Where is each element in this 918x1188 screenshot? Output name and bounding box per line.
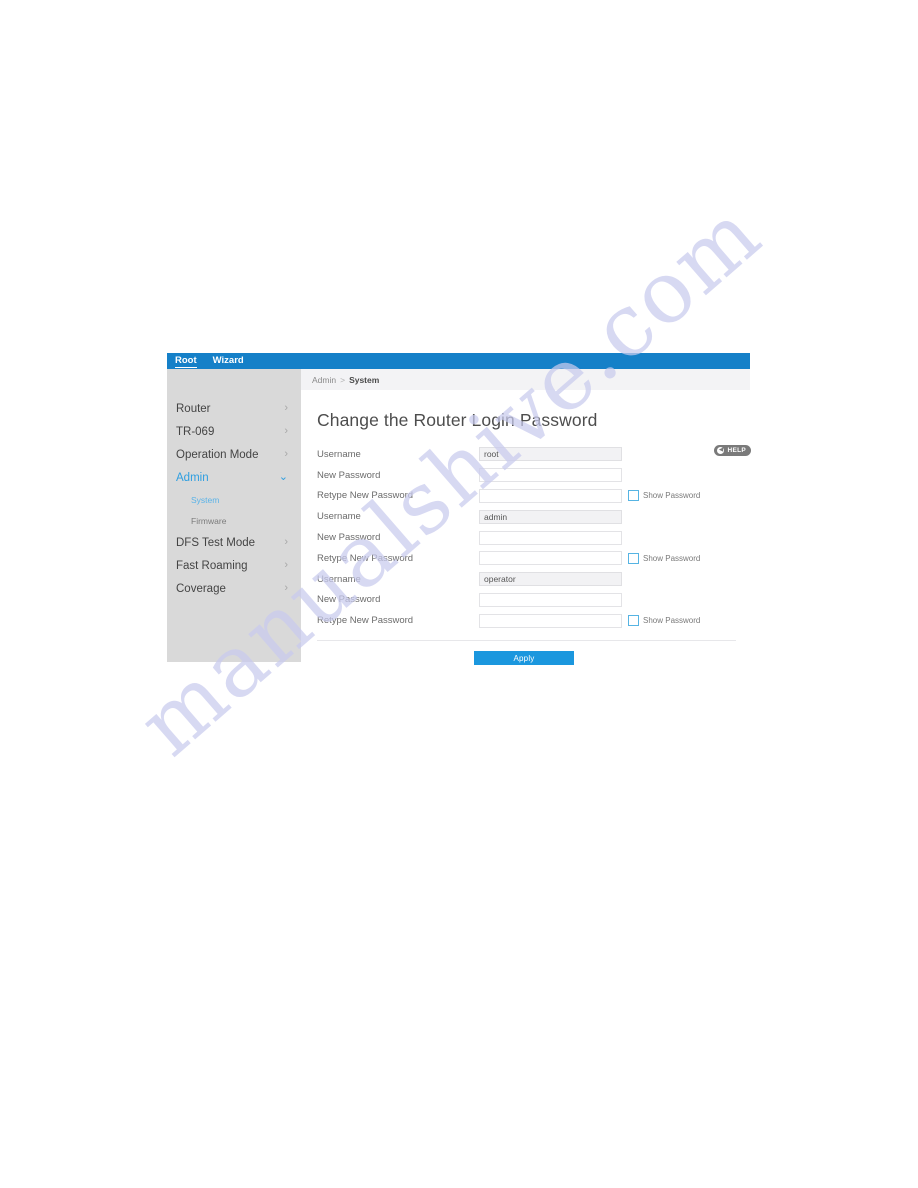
form-row: Username root [317,444,750,465]
chevron-right-icon: › [284,448,288,460]
main-content-area: Admin > System Change the Router Login P… [301,369,751,688]
show-password-label: Show Password [643,553,701,563]
help-button[interactable]: ◀ HELP [714,445,751,456]
new-password-field[interactable] [479,592,622,607]
show-password-checkbox[interactable] [628,615,639,627]
chevron-right-icon: › [284,425,288,437]
top-navigation-bar: Root Wizard [167,353,750,369]
app-body: Router › TR-069 › Operation Mode › Admin… [167,369,751,688]
chevron-right-icon: › [284,559,288,571]
breadcrumb: Admin > System [301,369,750,390]
apply-row: Apply [317,651,750,666]
show-password-toggle[interactable]: Show Password [628,615,701,627]
sidebar-item-label: Router [176,402,211,415]
breadcrumb-separator: > [340,374,346,385]
chevron-right-icon: › [284,402,288,414]
retype-new-password-field[interactable] [479,551,622,566]
form-row: New Password [317,590,750,611]
sidebar-item-operation-mode[interactable]: Operation Mode › [167,443,301,466]
field-label: Retype New Password [317,552,414,564]
field-label: Retype New Password [317,615,414,627]
field-label: New Password [317,532,381,544]
sidebar-item-fast-roaming[interactable]: Fast Roaming › [167,554,301,577]
chevron-right-icon: › [284,582,288,594]
nav-tab-root[interactable]: Root [175,355,197,368]
help-button-label: HELP [727,447,746,454]
sidebar-item-label: Operation Mode [176,448,259,461]
field-label: New Password [317,594,381,606]
field-label: Username [317,511,361,523]
settings-form: Change the Router Login Password ◀ HELP … [301,390,751,687]
apply-button[interactable]: Apply [474,651,574,666]
sidebar-item-coverage[interactable]: Coverage › [167,577,301,600]
sidebar-item-label: Coverage [176,582,226,595]
show-password-toggle[interactable]: Show Password [628,552,701,564]
router-admin-window: Root Wizard Router › TR-069 › Operation … [167,353,751,688]
sidebar-navigation: Router › TR-069 › Operation Mode › Admin… [167,369,301,662]
sidebar-item-dfs-test-mode[interactable]: DFS Test Mode › [167,531,301,554]
field-label: New Password [317,469,381,481]
show-password-checkbox[interactable] [628,552,639,564]
username-field[interactable]: admin [479,509,622,524]
sidebar-item-admin[interactable]: Admin ⌄ [167,466,301,489]
form-row: New Password [317,465,750,486]
form-row: Username admin [317,506,750,527]
username-field[interactable]: root [479,447,622,462]
help-arrow-icon: ◀ [717,446,725,454]
page-title: Change the Router Login Password [317,410,598,430]
new-password-field[interactable] [479,468,622,483]
content-bottom-spacer [317,665,750,687]
sidebar-item-router[interactable]: Router › [167,397,301,420]
new-password-field[interactable] [479,530,622,545]
sidebar-item-label: DFS Test Mode [176,536,256,549]
show-password-label: Show Password [643,616,701,626]
username-field[interactable]: operator [479,572,622,587]
breadcrumb-current: System [349,374,380,385]
form-row: New Password [317,527,750,548]
sidebar-item-label: Admin [176,471,209,484]
field-label: Username [317,573,361,585]
retype-new-password-field[interactable] [479,613,622,628]
form-divider [317,640,736,642]
sidebar-item-label: TR-069 [176,425,215,438]
show-password-checkbox[interactable] [628,490,639,502]
field-label: Retype New Password [317,490,414,502]
sidebar-item-tr-069[interactable]: TR-069 › [167,420,301,443]
show-password-toggle[interactable]: Show Password [628,490,701,502]
breadcrumb-parent[interactable]: Admin [312,375,336,385]
field-label: Username [317,448,361,460]
form-row: Retype New Password Show Password [317,610,750,631]
form-row: Retype New Password Show Password [317,486,750,507]
nav-tab-wizard[interactable]: Wizard [213,355,244,367]
chevron-right-icon: › [284,536,288,548]
sidebar-item-firmware[interactable]: Firmware [167,510,301,531]
show-password-label: Show Password [643,491,701,501]
chevron-down-icon: ⌄ [278,471,288,483]
form-row: Username operator [317,569,750,590]
sidebar-item-label: Fast Roaming [176,559,248,572]
form-row: Retype New Password Show Password [317,548,750,569]
retype-new-password-field[interactable] [479,488,622,503]
sidebar-item-system[interactable]: System [167,489,301,510]
